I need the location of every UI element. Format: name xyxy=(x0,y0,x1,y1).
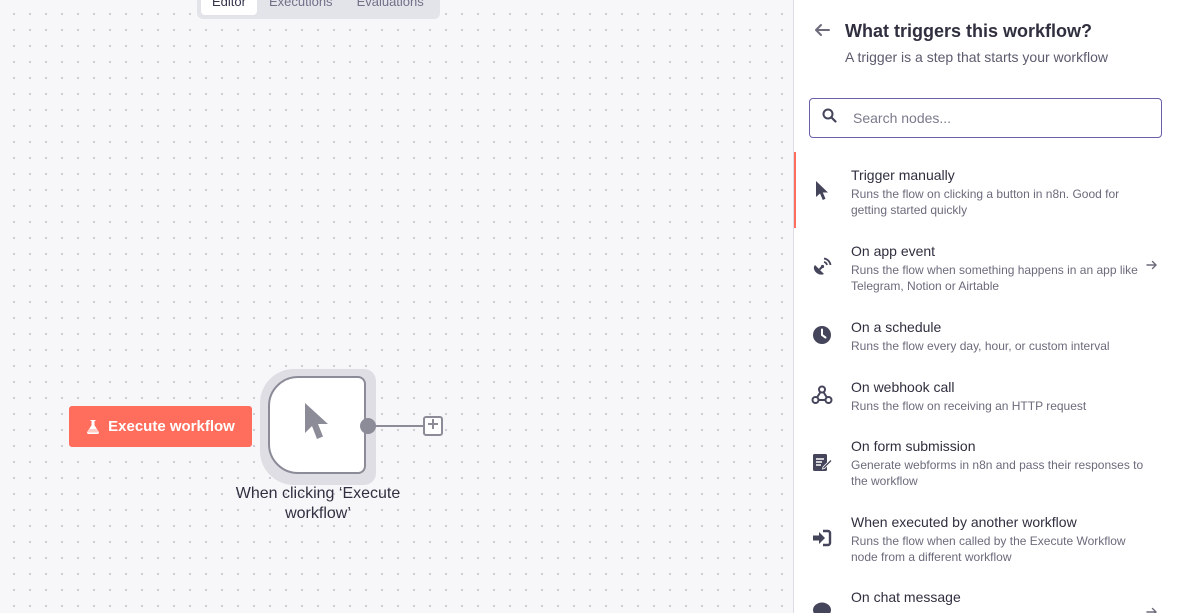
app-root: Editor Executions Evaluations Execute wo… xyxy=(0,0,1177,613)
clock-icon xyxy=(811,324,833,346)
add-node-button[interactable] xyxy=(423,416,443,436)
trigger-list: Trigger manually Runs the flow on clicki… xyxy=(794,152,1177,613)
trigger-item-webhook[interactable]: On webhook call Runs the flow on receivi… xyxy=(794,364,1177,423)
arrow-right-icon xyxy=(1145,605,1159,613)
panel-header: What triggers this workflow? A trigger i… xyxy=(794,0,1177,80)
trigger-item-title: On a schedule xyxy=(851,319,942,335)
manual-trigger-node[interactable] xyxy=(268,376,366,474)
view-tabs: Editor Executions Evaluations xyxy=(197,0,440,19)
trigger-item-app-event[interactable]: On app event Runs the flow when somethin… xyxy=(794,228,1177,304)
trigger-item-text: On form submission Generate webforms in … xyxy=(851,438,1147,489)
panel-subtitle: A trigger is a step that starts your wor… xyxy=(845,49,1108,65)
trigger-item-desc: Runs the flow every day, hour, or custom… xyxy=(851,339,1110,353)
connector-line xyxy=(374,425,424,427)
panel-title: What triggers this workflow? xyxy=(845,21,1093,41)
trigger-item-desc: Generate webforms in n8n and pass their … xyxy=(851,458,1144,488)
workflow-canvas[interactable]: Editor Executions Evaluations Execute wo… xyxy=(0,0,793,613)
sign-in-icon xyxy=(811,527,833,549)
execute-workflow-button[interactable]: Execute workflow xyxy=(69,406,252,447)
tab-executions[interactable]: Executions xyxy=(257,0,345,15)
trigger-item-text: On app event Runs the flow when somethin… xyxy=(851,243,1147,294)
trigger-item-title: On app event xyxy=(851,243,936,259)
chat-icon xyxy=(811,600,833,613)
trigger-item-title: On chat message xyxy=(851,589,961,605)
arrow-left-icon xyxy=(814,22,830,43)
tab-evaluations[interactable]: Evaluations xyxy=(345,0,436,15)
trigger-item-desc: Runs the flow on clicking a button in n8… xyxy=(851,187,1120,217)
back-button[interactable] xyxy=(812,22,832,42)
cursor-icon xyxy=(811,180,833,202)
execute-workflow-label: Execute workflow xyxy=(108,418,235,435)
webhook-icon xyxy=(811,384,833,406)
trigger-item-form[interactable]: On form submission Generate webforms in … xyxy=(794,423,1177,499)
search-input[interactable] xyxy=(851,109,1135,127)
trigger-item-sub-workflow[interactable]: When executed by another workflow Runs t… xyxy=(794,499,1177,575)
trigger-item-text: When executed by another workflow Runs t… xyxy=(851,514,1147,565)
trigger-item-desc: Runs the flow when called by the Execute… xyxy=(851,534,1126,564)
trigger-item-desc: Runs the flow when something happens in … xyxy=(851,263,1138,293)
trigger-item-title: When executed by another workflow xyxy=(851,514,1077,530)
plus-icon xyxy=(427,417,439,435)
trigger-item-text: On chat message xyxy=(851,589,1147,606)
node-label: When clicking ‘Execute workflow’ xyxy=(235,485,401,522)
cursor-icon xyxy=(302,401,332,450)
trigger-item-text: Trigger manually Runs the flow on clicki… xyxy=(851,167,1147,218)
trigger-item-schedule[interactable]: On a schedule Runs the flow every day, h… xyxy=(794,304,1177,364)
trigger-item-text: On a schedule Runs the flow every day, h… xyxy=(851,319,1147,354)
tab-editor[interactable]: Editor xyxy=(201,0,257,15)
flask-icon xyxy=(86,419,100,435)
trigger-item-title: Trigger manually xyxy=(851,167,955,183)
trigger-item-manual[interactable]: Trigger manually Runs the flow on clicki… xyxy=(794,152,1177,228)
trigger-item-text: On webhook call Runs the flow on receivi… xyxy=(851,379,1147,414)
trigger-item-title: On webhook call xyxy=(851,379,955,395)
trigger-item-title: On form submission xyxy=(851,438,976,454)
node-creator-panel: What triggers this workflow? A trigger i… xyxy=(793,0,1177,613)
trigger-item-desc: Runs the flow on receiving an HTTP reque… xyxy=(851,399,1087,413)
search-box xyxy=(809,98,1162,138)
form-edit-icon xyxy=(811,451,833,473)
trigger-item-chat[interactable]: On chat message xyxy=(794,575,1177,613)
search-icon xyxy=(822,108,837,128)
satellite-icon xyxy=(811,256,833,278)
arrow-right-icon xyxy=(1145,258,1159,272)
